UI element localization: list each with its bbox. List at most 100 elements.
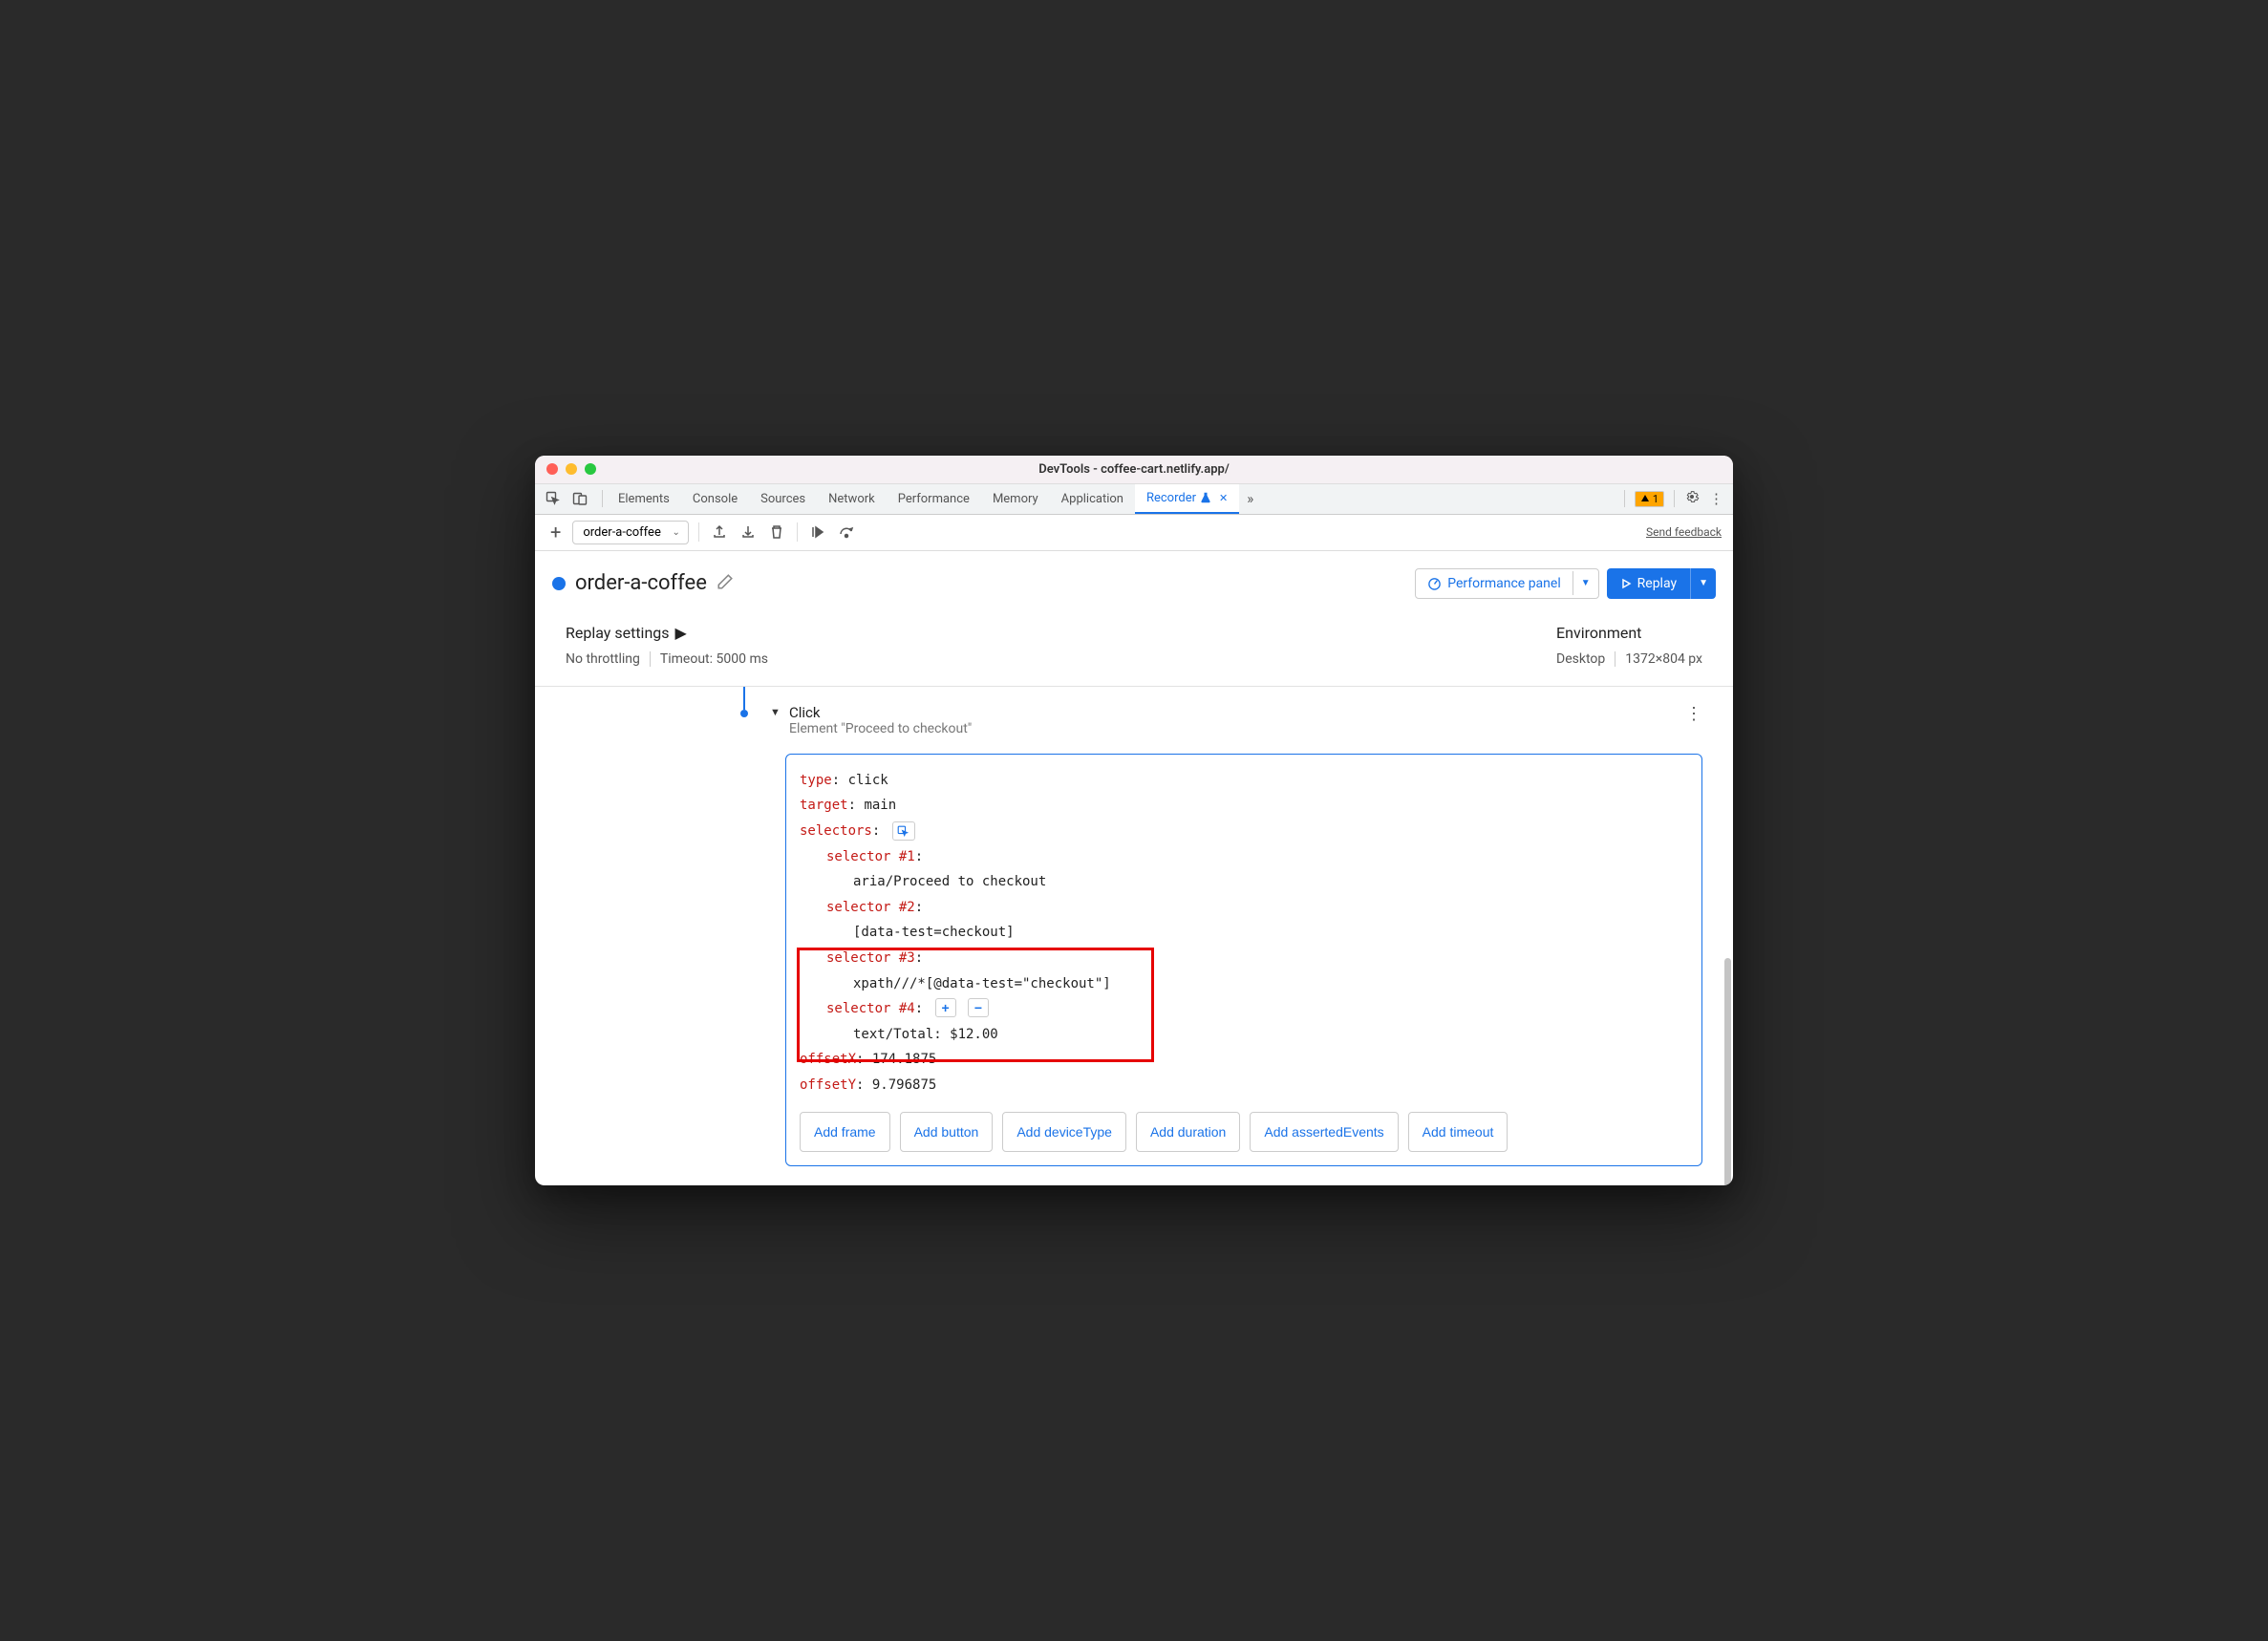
pick-selector-button[interactable] bbox=[892, 821, 915, 841]
edit-title-icon[interactable] bbox=[717, 573, 734, 594]
target-value[interactable]: main bbox=[864, 798, 896, 813]
scrollbar-thumb[interactable] bbox=[1724, 958, 1731, 1185]
selectors-key: selectors bbox=[800, 823, 872, 839]
tab-application[interactable]: Application bbox=[1050, 484, 1135, 514]
selector-1-key: selector #1 bbox=[826, 849, 915, 864]
minimize-window-button[interactable] bbox=[566, 463, 577, 475]
warnings-badge[interactable]: 1 bbox=[1635, 491, 1664, 507]
content: order-a-coffee Performance panel ▼ Repla… bbox=[535, 551, 1733, 1166]
replay-button-group: Replay ▼ bbox=[1607, 568, 1716, 599]
replay-label: Replay bbox=[1637, 576, 1677, 591]
tab-console[interactable]: Console bbox=[681, 484, 749, 514]
divider bbox=[698, 522, 699, 542]
replay-dropdown-button[interactable]: ▼ bbox=[1690, 568, 1716, 599]
traffic-lights bbox=[535, 463, 596, 475]
recording-header: order-a-coffee Performance panel ▼ Repla… bbox=[535, 551, 1733, 612]
device-toggle-icon[interactable] bbox=[571, 490, 588, 507]
replay-button[interactable]: Replay bbox=[1607, 568, 1690, 599]
settings-icon[interactable] bbox=[1684, 489, 1700, 508]
import-icon[interactable] bbox=[738, 522, 759, 543]
recording-dropdown[interactable]: order-a-coffee ⌄ bbox=[572, 521, 688, 544]
gauge-icon bbox=[1427, 576, 1442, 590]
performance-panel-button-group: Performance panel ▼ bbox=[1415, 568, 1598, 599]
inspect-icon[interactable] bbox=[545, 490, 562, 507]
recorder-toolbar: + order-a-coffee ⌄ Send feedback bbox=[535, 515, 1733, 551]
close-tab-icon[interactable]: ✕ bbox=[1219, 492, 1228, 504]
tab-memory[interactable]: Memory bbox=[981, 484, 1050, 514]
replay-settings-toggle[interactable]: Replay settings ▶ bbox=[566, 624, 1556, 642]
play-icon bbox=[1620, 578, 1632, 589]
caret-right-icon: ▶ bbox=[675, 624, 687, 642]
offsetY-value[interactable]: 9.796875 bbox=[872, 1077, 936, 1093]
selector-4-key: selector #4 bbox=[826, 1001, 915, 1016]
tab-recorder-label: Recorder bbox=[1146, 491, 1196, 505]
add-buttons-row: Add frame Add button Add deviceType Add … bbox=[800, 1112, 1688, 1153]
step-header[interactable]: ▼ Click Element "Proceed to checkout" ⋮ bbox=[535, 687, 1733, 744]
divider bbox=[602, 490, 603, 507]
step-subtitle: Element "Proceed to checkout" bbox=[789, 721, 972, 736]
add-frame-button[interactable]: Add frame bbox=[800, 1112, 890, 1153]
offsetY-key: offsetY bbox=[800, 1077, 856, 1093]
selector-4-value[interactable]: text/Total: $12.00 bbox=[800, 1022, 1688, 1048]
scrollbar[interactable] bbox=[1724, 872, 1731, 1185]
divider bbox=[650, 651, 651, 667]
add-assertedevents-button[interactable]: Add assertedEvents bbox=[1250, 1112, 1398, 1153]
selector-3-value[interactable]: xpath///*[@data-test="checkout"] bbox=[800, 971, 1688, 997]
tab-sources[interactable]: Sources bbox=[749, 484, 817, 514]
recording-title: order-a-coffee bbox=[575, 571, 707, 595]
tab-elements[interactable]: Elements bbox=[607, 484, 681, 514]
device-value: Desktop bbox=[1556, 651, 1605, 667]
add-devicetype-button[interactable]: Add deviceType bbox=[1002, 1112, 1126, 1153]
performance-panel-button[interactable]: Performance panel bbox=[1416, 569, 1573, 598]
recording-dot-icon bbox=[552, 577, 566, 590]
dimensions-value: 1372×804 px bbox=[1625, 651, 1702, 667]
throttling-value: No throttling bbox=[566, 651, 640, 667]
add-timeout-button[interactable]: Add timeout bbox=[1408, 1112, 1508, 1153]
selector-2-key: selector #2 bbox=[826, 900, 915, 915]
offsetX-value[interactable]: 174.1875 bbox=[872, 1052, 936, 1067]
devtools-window: DevTools - coffee-cart.netlify.app/ Elem… bbox=[535, 456, 1733, 1185]
more-tabs-icon[interactable]: » bbox=[1239, 490, 1261, 507]
divider bbox=[1624, 490, 1625, 507]
settings-bar: Replay settings ▶ No throttling Timeout:… bbox=[535, 612, 1733, 687]
warning-icon bbox=[1640, 494, 1650, 503]
target-key: target bbox=[800, 798, 848, 813]
main-menu-icon[interactable]: ⋮ bbox=[1709, 490, 1723, 507]
add-selector-button[interactable]: + bbox=[935, 998, 956, 1017]
tabbar: Elements Console Sources Network Perform… bbox=[535, 484, 1733, 515]
step-body: type: click target: main selectors: sele… bbox=[785, 754, 1702, 1166]
selector-3-key: selector #3 bbox=[826, 950, 915, 966]
step-over-icon[interactable] bbox=[836, 522, 857, 543]
step-collapse-icon[interactable]: ▼ bbox=[770, 706, 781, 718]
step-title: Click bbox=[789, 704, 972, 721]
maximize-window-button[interactable] bbox=[585, 463, 596, 475]
delete-icon[interactable] bbox=[766, 522, 787, 543]
send-feedback-link[interactable]: Send feedback bbox=[1646, 525, 1722, 539]
type-value[interactable]: click bbox=[848, 773, 888, 788]
divider bbox=[1674, 490, 1675, 507]
chevron-down-icon: ⌄ bbox=[672, 527, 679, 538]
replay-settings-label: Replay settings bbox=[566, 624, 670, 642]
step-area: ▼ Click Element "Proceed to checkout" ⋮ … bbox=[535, 687, 1733, 1166]
performance-dropdown-button[interactable]: ▼ bbox=[1573, 571, 1598, 595]
warnings-count: 1 bbox=[1653, 493, 1658, 505]
remove-selector-button[interactable]: − bbox=[968, 998, 989, 1017]
export-icon[interactable] bbox=[709, 522, 730, 543]
timeout-value: Timeout: 5000 ms bbox=[660, 651, 768, 667]
flask-icon bbox=[1200, 492, 1211, 503]
add-duration-button[interactable]: Add duration bbox=[1136, 1112, 1240, 1153]
tab-performance[interactable]: Performance bbox=[887, 484, 981, 514]
selector-2-value[interactable]: [data-test=checkout] bbox=[800, 920, 1688, 946]
selector-1-value[interactable]: aria/Proceed to checkout bbox=[800, 869, 1688, 895]
add-button-button[interactable]: Add button bbox=[900, 1112, 994, 1153]
step-menu-icon[interactable]: ⋮ bbox=[1685, 704, 1702, 724]
performance-panel-label: Performance panel bbox=[1447, 576, 1561, 591]
tab-recorder[interactable]: Recorder ✕ bbox=[1135, 484, 1239, 514]
new-recording-button[interactable]: + bbox=[546, 521, 565, 543]
recording-name: order-a-coffee bbox=[583, 525, 660, 540]
close-window-button[interactable] bbox=[546, 463, 558, 475]
step-play-icon[interactable] bbox=[807, 522, 828, 543]
type-key: type bbox=[800, 773, 832, 788]
window-title: DevTools - coffee-cart.netlify.app/ bbox=[535, 462, 1733, 477]
tab-network[interactable]: Network bbox=[817, 484, 887, 514]
